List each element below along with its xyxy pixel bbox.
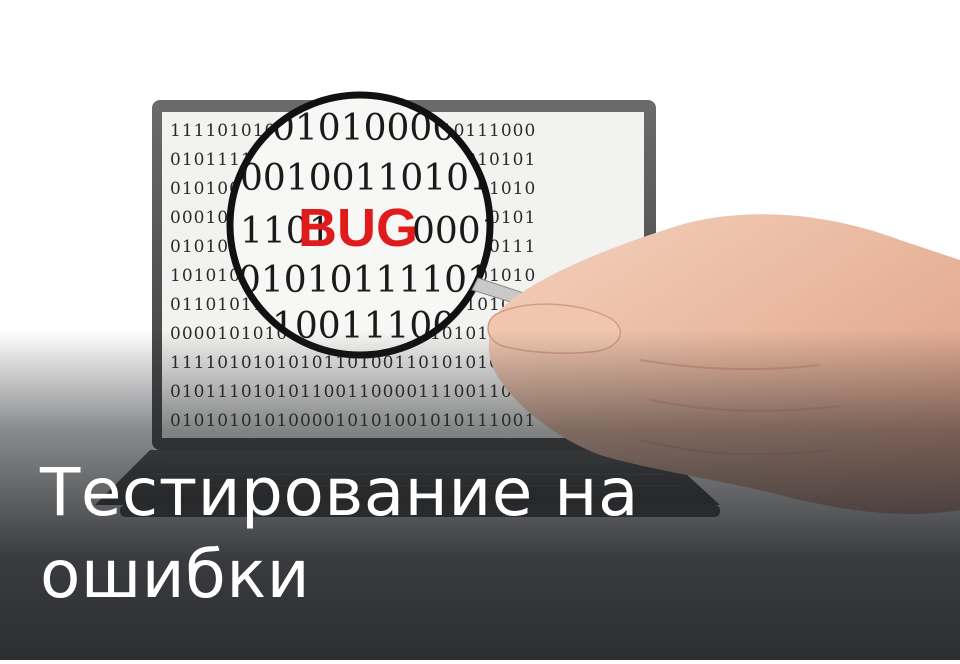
screen-binary-row: 0101110101011001100001110011010 — [170, 382, 536, 402]
caption-title: Тестирование на ошибки — [40, 452, 920, 616]
bug-label: BUG — [298, 198, 418, 258]
caption-line-2: ошибки — [40, 536, 311, 613]
caption-line-1: Тестирование на — [40, 454, 639, 531]
screen-binary-row: 0101010101000010101001010111001 — [170, 411, 536, 431]
